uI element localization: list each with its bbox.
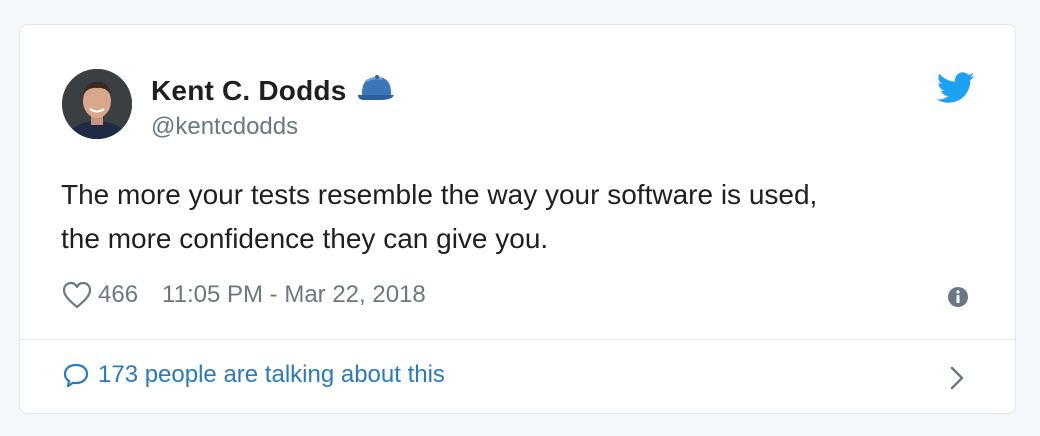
heart-icon[interactable] (62, 281, 92, 309)
author-name[interactable]: Kent C. Dodds (151, 75, 346, 107)
tweet-timestamp[interactable]: 11:05 PM - Mar 22, 2018 (162, 281, 426, 309)
author-handle[interactable]: @kentcdodds (151, 113, 298, 141)
baseball-cap-icon (356, 73, 396, 108)
info-icon[interactable] (947, 286, 969, 308)
conversation-label: 173 people are talking about this (98, 361, 445, 388)
conversation-link[interactable]: 173 people are talking about this (62, 361, 445, 389)
tweet-card: Kent C. Dodds @kentcdodds The more your … (19, 24, 1016, 414)
author-name-row: Kent C. Dodds (151, 73, 396, 108)
twitter-bird-icon[interactable] (936, 72, 975, 104)
tweet-text: The more your tests resemble the way you… (61, 173, 961, 261)
like-count[interactable]: 466 (98, 281, 138, 309)
divider (20, 339, 1015, 340)
avatar[interactable] (62, 69, 132, 139)
speech-bubble-icon (62, 362, 90, 388)
tweet-meta-row: 466 11:05 PM - Mar 22, 2018 (62, 281, 426, 309)
tweet-text-line: The more your tests resemble the way you… (61, 179, 818, 210)
tweet-text-line: the more confidence they can give you. (61, 223, 549, 254)
chevron-right-icon[interactable] (948, 365, 966, 391)
